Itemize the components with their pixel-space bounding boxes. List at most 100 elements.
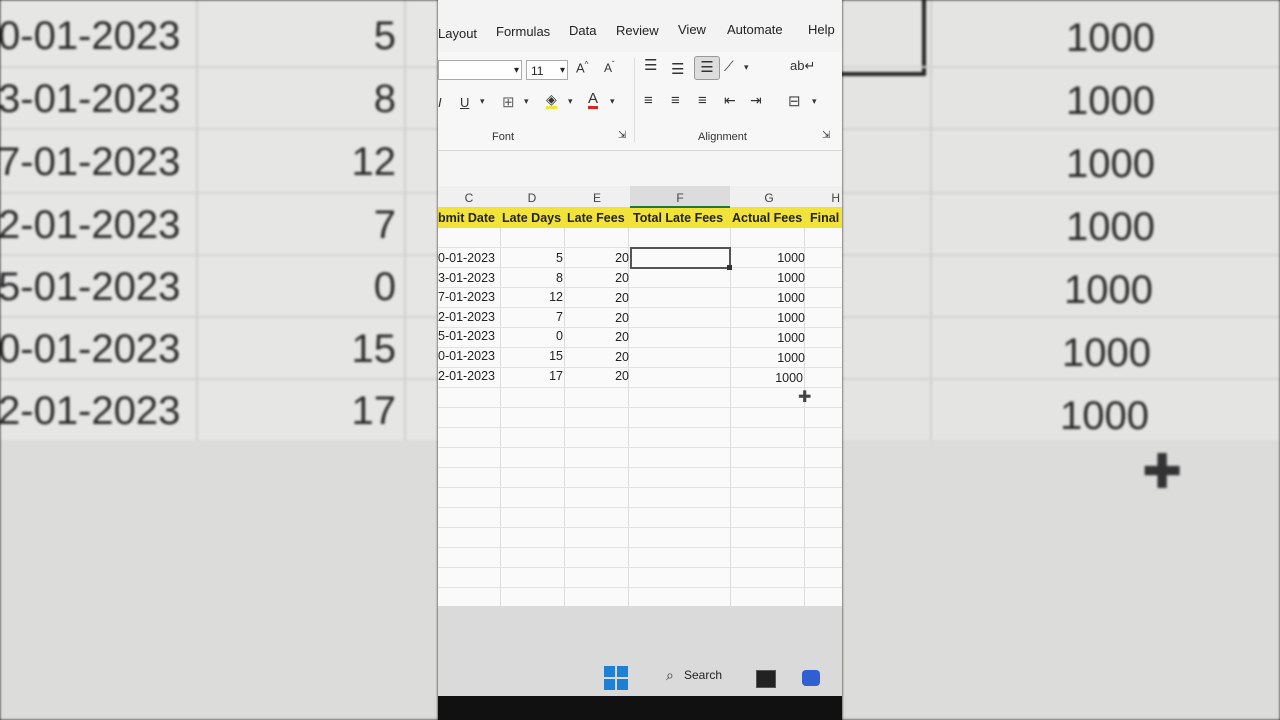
column-header-c[interactable]: C bbox=[438, 186, 500, 208]
zoomed-background-right: 1000 1000 1000 1000 1000 1000 1000 ✚ bbox=[842, 0, 1280, 720]
zoom-actual-fee: 1000 bbox=[1060, 394, 1149, 438]
zoom-date: 0-01-2023 bbox=[0, 14, 181, 58]
cell-late-fees[interactable]: 20 bbox=[564, 347, 629, 367]
cell-late-fees[interactable]: 20 bbox=[564, 288, 629, 308]
task-view-icon[interactable] bbox=[756, 670, 776, 688]
column-header-d[interactable]: D bbox=[500, 186, 564, 208]
taskbar-search-label[interactable]: Search bbox=[684, 668, 722, 682]
search-icon[interactable]: ⌕ bbox=[666, 667, 674, 684]
cell-actual-fees[interactable]: 1000 bbox=[730, 288, 805, 308]
header-submit-date[interactable]: bmit Date bbox=[438, 208, 500, 228]
column-header-h[interactable]: H bbox=[808, 186, 842, 208]
tab-view[interactable]: View bbox=[678, 22, 706, 37]
cross-cursor-icon: ✚ bbox=[1142, 446, 1183, 499]
font-size-dropdown[interactable]: 11 ▾ bbox=[526, 60, 568, 80]
cell-date[interactable]: 5-01-2023 bbox=[438, 326, 498, 346]
cell-late-days[interactable]: 17 bbox=[500, 366, 563, 386]
wrap-text-icon[interactable]: ab↵ bbox=[790, 58, 815, 74]
increase-font-icon[interactable]: A^ bbox=[576, 60, 588, 75]
cell-late-fees[interactable]: 20 bbox=[564, 327, 629, 347]
cell-late-days[interactable]: 0 bbox=[500, 326, 563, 346]
align-bottom-icon[interactable]: ☰ bbox=[694, 56, 720, 80]
header-late-days[interactable]: Late Days bbox=[502, 208, 564, 228]
fill-handle[interactable] bbox=[727, 265, 732, 270]
cell-actual-fees[interactable]: 1000 bbox=[730, 308, 805, 328]
increase-indent-icon[interactable]: ⇥ bbox=[750, 92, 762, 109]
align-top-icon[interactable]: ☰ bbox=[644, 56, 657, 74]
cell-late-fees[interactable]: 20 bbox=[564, 366, 629, 386]
alignment-dialog-launcher-icon[interactable]: ⇲ bbox=[822, 130, 830, 141]
cell-actual-fees[interactable]: 1000 bbox=[730, 268, 805, 288]
cell-date[interactable]: 0-01-2023 bbox=[438, 248, 498, 268]
zoom-date: 2-01-2023 bbox=[0, 203, 181, 247]
chevron-down-icon[interactable]: ▾ bbox=[480, 96, 485, 107]
cell-late-days[interactable]: 12 bbox=[500, 287, 563, 307]
cell-actual-fees[interactable]: 1000 bbox=[730, 328, 805, 348]
cell-late-days[interactable]: 15 bbox=[500, 346, 563, 366]
formula-bar-area bbox=[438, 151, 842, 187]
decrease-font-icon[interactable]: Aˇ bbox=[604, 60, 615, 75]
cell-date[interactable]: 0-01-2023 bbox=[438, 346, 498, 366]
italic-icon[interactable]: I bbox=[438, 95, 442, 110]
cell-date[interactable]: 3-01-2023 bbox=[438, 268, 498, 288]
orientation-icon[interactable]: ⟋ bbox=[724, 58, 734, 75]
cell-late-fees[interactable]: 20 bbox=[564, 248, 629, 268]
column-header-f[interactable]: F bbox=[630, 186, 730, 208]
cell-actual-fees[interactable]: 1000 bbox=[730, 348, 805, 368]
align-left-icon[interactable]: ≡ bbox=[644, 92, 653, 109]
header-actual-fees[interactable]: Actual Fees bbox=[732, 208, 808, 228]
column-header-e[interactable]: E bbox=[564, 186, 630, 208]
column-header-g[interactable]: G bbox=[730, 186, 808, 208]
ribbon-home: ▾ 11 ▾ A^ Aˇ I U ▾ ⊞ ▾ ◈ ▾ A ▾ ☰ ☰ ☰ ⟋ ▾ … bbox=[438, 52, 842, 151]
fill-color-icon[interactable]: ◈ bbox=[546, 92, 557, 109]
zoom-actual-fee: 1000 bbox=[1064, 268, 1153, 312]
align-center-icon[interactable]: ≡ bbox=[671, 92, 680, 109]
cell-late-days[interactable]: 5 bbox=[500, 248, 563, 268]
zoom-days: 17 bbox=[351, 389, 397, 433]
zoomed-background-left: 0-01-2023 3-01-2023 7-01-2023 2-01-2023 … bbox=[0, 0, 438, 720]
font-dialog-launcher-icon[interactable]: ⇲ bbox=[618, 130, 626, 141]
cell-late-fees[interactable]: 20 bbox=[564, 308, 629, 328]
zoom-days: 0 bbox=[373, 265, 396, 309]
header-total-late-fees[interactable]: Total Late Fees bbox=[633, 208, 730, 228]
header-late-fees[interactable]: Late Fees bbox=[567, 208, 630, 228]
tab-review[interactable]: Review bbox=[616, 23, 659, 38]
font-color-icon[interactable]: A bbox=[588, 91, 599, 109]
zoom-actual-fee: 1000 bbox=[1066, 79, 1155, 123]
cell-date[interactable]: 2-01-2023 bbox=[438, 307, 498, 327]
worksheet-grid[interactable]: C D E F G H bmit Date Late Days Late Fee… bbox=[438, 186, 842, 606]
teams-chat-icon[interactable] bbox=[802, 670, 820, 686]
header-final[interactable]: Final bbox=[810, 208, 842, 228]
merge-center-icon[interactable]: ⊟ bbox=[788, 92, 801, 110]
cross-cursor-icon: ✚ bbox=[798, 389, 812, 406]
align-right-icon[interactable]: ≡ bbox=[698, 92, 707, 109]
align-middle-icon[interactable]: ☰ bbox=[671, 60, 684, 78]
decrease-indent-icon[interactable]: ⇤ bbox=[724, 92, 736, 109]
chevron-down-icon[interactable]: ▾ bbox=[568, 96, 573, 107]
cell-late-days[interactable]: 7 bbox=[500, 307, 563, 327]
font-name-dropdown[interactable]: ▾ bbox=[438, 60, 522, 80]
cell-actual-fees[interactable]: 1000 bbox=[728, 368, 803, 388]
tab-layout[interactable]: Layout bbox=[438, 26, 477, 41]
tab-automate[interactable]: Automate bbox=[727, 22, 783, 37]
active-cell-f[interactable] bbox=[630, 247, 731, 269]
windows-start-icon[interactable] bbox=[604, 666, 628, 690]
tab-data[interactable]: Data bbox=[569, 23, 596, 38]
cell-late-days[interactable]: 8 bbox=[500, 268, 563, 288]
cell-date[interactable]: 2-01-2023 bbox=[438, 366, 498, 386]
underline-icon[interactable]: U bbox=[460, 95, 469, 110]
group-label-font: Font bbox=[492, 131, 515, 143]
tab-help[interactable]: Help bbox=[808, 22, 835, 37]
zoom-days: 12 bbox=[351, 140, 397, 184]
chevron-down-icon[interactable]: ▾ bbox=[744, 62, 749, 73]
chevron-down-icon[interactable]: ▾ bbox=[524, 96, 529, 107]
borders-icon[interactable]: ⊞ bbox=[502, 93, 515, 111]
cell-date[interactable]: 7-01-2023 bbox=[438, 287, 498, 307]
zoom-actual-fee: 1000 bbox=[1066, 142, 1155, 186]
cell-actual-fees[interactable]: 1000 bbox=[730, 248, 805, 268]
chevron-down-icon[interactable]: ▾ bbox=[812, 96, 817, 107]
chevron-down-icon[interactable]: ▾ bbox=[610, 96, 615, 107]
tab-formulas[interactable]: Formulas bbox=[496, 24, 550, 39]
cell-late-fees[interactable]: 20 bbox=[564, 268, 629, 288]
zoom-days: 7 bbox=[373, 203, 396, 247]
